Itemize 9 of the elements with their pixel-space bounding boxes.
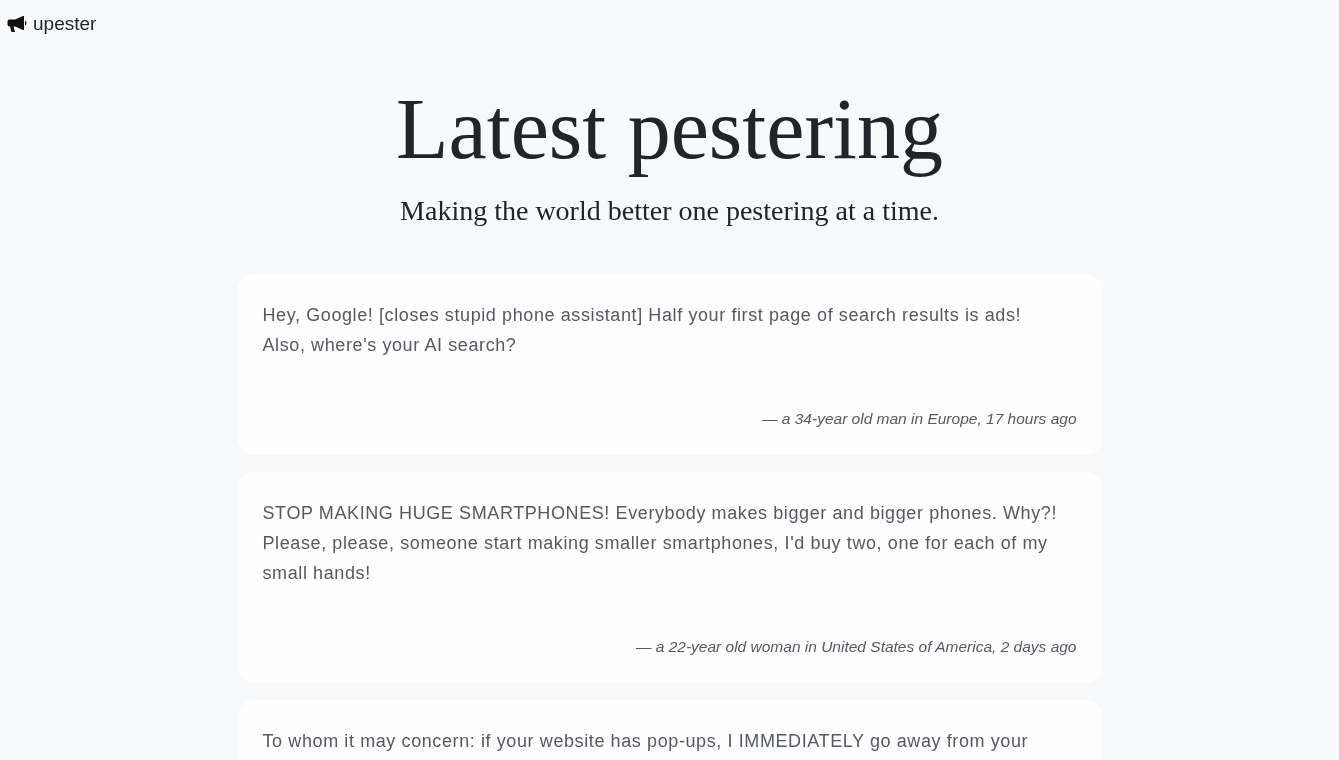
post-text: Hey, Google! [closes stupid phone assistant] Half your first page of search results is ads! Also, where's your AI search? [262,304,1023,357]
brand-link[interactable]: upester [7,12,97,36]
page-subtitle: Making the world better one pestering at a time. [399,194,940,228]
page-title: Latest pestering [395,82,944,176]
megaphone-icon [7,15,27,33]
post-text: To whom it may concern: if your website has pop-ups, I IMMEDIATELY go away from your [262,730,1030,753]
post-attribution: — a 22-year old woman in United States of America, 2 days ago [634,637,1077,657]
post-attribution: — a 34-year old man in Europe, 17 hours ago [761,409,1077,429]
post-text: STOP MAKING HUGE SMARTPHONES! Everybody makes bigger and bigger phones. Why?! Please, please, someone start making smaller smartphones, I'd buy two, one for each of my small hands! [262,502,1058,585]
